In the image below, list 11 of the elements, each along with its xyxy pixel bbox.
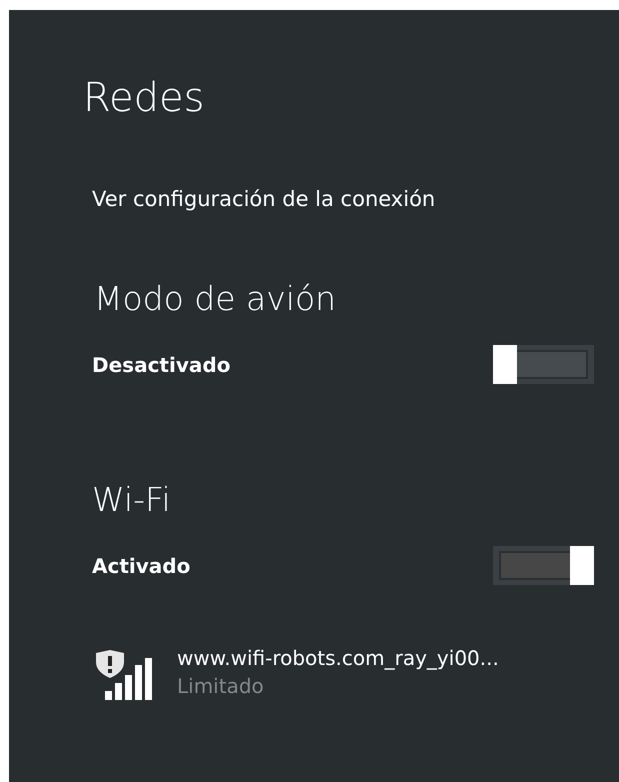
network-item[interactable]: www.wifi-robots.com_ray_yi00... Limitado: [95, 643, 599, 702]
connection-settings-link[interactable]: Ver configuración de la conexión: [92, 185, 599, 213]
network-status: Limitado: [177, 673, 265, 699]
section-heading: Wi-Fi: [92, 480, 172, 520]
toggle-state-label: Activado: [92, 554, 190, 578]
section-heading: Modo de avión: [94, 279, 338, 319]
toggle-switch[interactable]: [493, 345, 594, 384]
network-name: www.wifi-robots.com_ray_yi00...: [177, 645, 499, 672]
toggle-state-label: Desactivado: [92, 352, 230, 376]
toggle-switch[interactable]: [493, 546, 594, 585]
panel-title: Redes: [83, 74, 206, 122]
